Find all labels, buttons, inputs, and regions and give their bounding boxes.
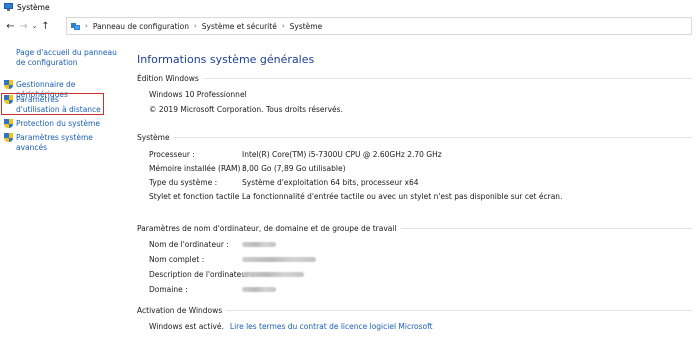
activation-status: Windows est activé. xyxy=(149,321,224,331)
section-header-activation: Activation de Windows xyxy=(137,305,692,315)
control-panel-home-link[interactable]: Page d'accueil du panneau de configurati… xyxy=(16,48,120,68)
forward-arrow-icon[interactable]: → xyxy=(17,18,30,34)
edition-value: Windows 10 Professionnel xyxy=(149,89,247,99)
section-label: Édition Windows xyxy=(137,73,199,83)
license-terms-link[interactable]: Lire les termes du contrat de licence lo… xyxy=(230,322,433,331)
info-value: Intel(R) Core(TM) i5-7300U CPU @ 2.60GHz… xyxy=(242,149,442,159)
title-bar: Système xyxy=(0,0,696,14)
redacted-value xyxy=(242,256,316,262)
system-icon xyxy=(4,3,13,11)
address-bar[interactable]: › Panneau de configuration › Système et … xyxy=(66,17,692,35)
control-panel-icon xyxy=(71,22,80,30)
redacted-value xyxy=(242,271,304,277)
info-key: Nom complet : xyxy=(149,254,205,264)
section-label: Paramètres de nom d'ordinateur, de domai… xyxy=(137,223,397,233)
info-row-description: Description de l'ordinateur : xyxy=(149,269,304,279)
info-key: Type du système : xyxy=(149,177,218,187)
sidebar-item-system-protection[interactable]: Protection du système xyxy=(4,119,100,129)
sidebar-item-label: Paramètres d'utilisation à distance xyxy=(16,95,101,114)
sidebar-item-advanced-settings[interactable]: Paramètres système avancés xyxy=(4,133,124,153)
edition-name: Windows 10 Professionnel xyxy=(149,89,247,99)
back-arrow-icon[interactable]: ← xyxy=(4,18,17,34)
sidebar-item-label: Paramètres système avancés xyxy=(16,133,93,152)
sidebar-item-label: Protection du système xyxy=(16,119,100,128)
uac-shield-icon xyxy=(4,95,13,105)
chevron-right-icon[interactable]: › xyxy=(85,22,88,30)
divider xyxy=(202,77,692,79)
breadcrumb-system-security[interactable]: Système et sécurité xyxy=(202,22,277,31)
up-arrow-icon[interactable]: ↑ xyxy=(39,18,52,34)
info-row-domain: Domaine : xyxy=(149,284,276,294)
info-key: Mémoire installée (RAM) : xyxy=(149,163,246,173)
info-value: 8,00 Go (7,89 Go utilisable) xyxy=(242,163,346,173)
copyright-text: © 2019 Microsoft Corporation. Tous droit… xyxy=(149,104,343,114)
copyright: © 2019 Microsoft Corporation. Tous droit… xyxy=(149,104,343,114)
section-label: Activation de Windows xyxy=(137,305,223,315)
info-row-processor: Processeur : Intel(R) Core(TM) i5-7300U … xyxy=(149,149,442,159)
info-row-pen-touch: Stylet et fonction tactile : La fonction… xyxy=(149,191,562,201)
info-key: Nom de l'ordinateur : xyxy=(149,239,229,249)
window-title: Système xyxy=(17,2,50,12)
redacted-value xyxy=(242,286,276,292)
breadcrumb-control-panel[interactable]: Panneau de configuration xyxy=(93,22,189,31)
activation-row: Windows est activé. Lire les termes du c… xyxy=(149,321,433,331)
page-title: Informations système générales xyxy=(137,53,315,66)
section-label: Système xyxy=(137,132,170,142)
chevron-right-icon[interactable]: › xyxy=(282,22,285,30)
divider xyxy=(173,136,692,138)
recent-chevron-icon[interactable]: ⌄ xyxy=(30,18,39,34)
divider xyxy=(400,227,692,229)
info-row-full-name: Nom complet : xyxy=(149,254,316,264)
info-key: Stylet et fonction tactile : xyxy=(149,191,245,201)
uac-shield-icon xyxy=(4,133,13,143)
chevron-right-icon[interactable]: › xyxy=(194,22,197,30)
info-row-system-type: Type du système : Système d'exploitation… xyxy=(149,177,419,187)
info-row-memory: Mémoire installée (RAM) : 8,00 Go (7,89 … xyxy=(149,163,346,173)
section-header-edition: Édition Windows xyxy=(137,73,692,83)
info-row-computer-name: Nom de l'ordinateur : xyxy=(149,239,276,249)
info-key: Processeur : xyxy=(149,149,195,159)
section-header-computer-name: Paramètres de nom d'ordinateur, de domai… xyxy=(137,223,692,233)
section-header-system: Système xyxy=(137,132,692,142)
sidebar-item-remote-settings[interactable]: Paramètres d'utilisation à distance xyxy=(4,95,104,115)
info-key: Description de l'ordinateur : xyxy=(149,269,255,279)
breadcrumb-system[interactable]: Système xyxy=(290,22,323,31)
info-key: Domaine : xyxy=(149,284,188,294)
uac-shield-icon xyxy=(4,119,13,129)
divider xyxy=(226,309,692,311)
info-value: La fonctionnalité d'entrée tactile ou av… xyxy=(242,191,563,201)
redacted-value xyxy=(242,241,276,247)
info-value: Système d'exploitation 64 bits, processe… xyxy=(242,177,419,187)
navigation-bar: ← → ⌄ ↑ › Panneau de configuration › Sys… xyxy=(0,16,696,36)
uac-shield-icon xyxy=(4,80,13,90)
